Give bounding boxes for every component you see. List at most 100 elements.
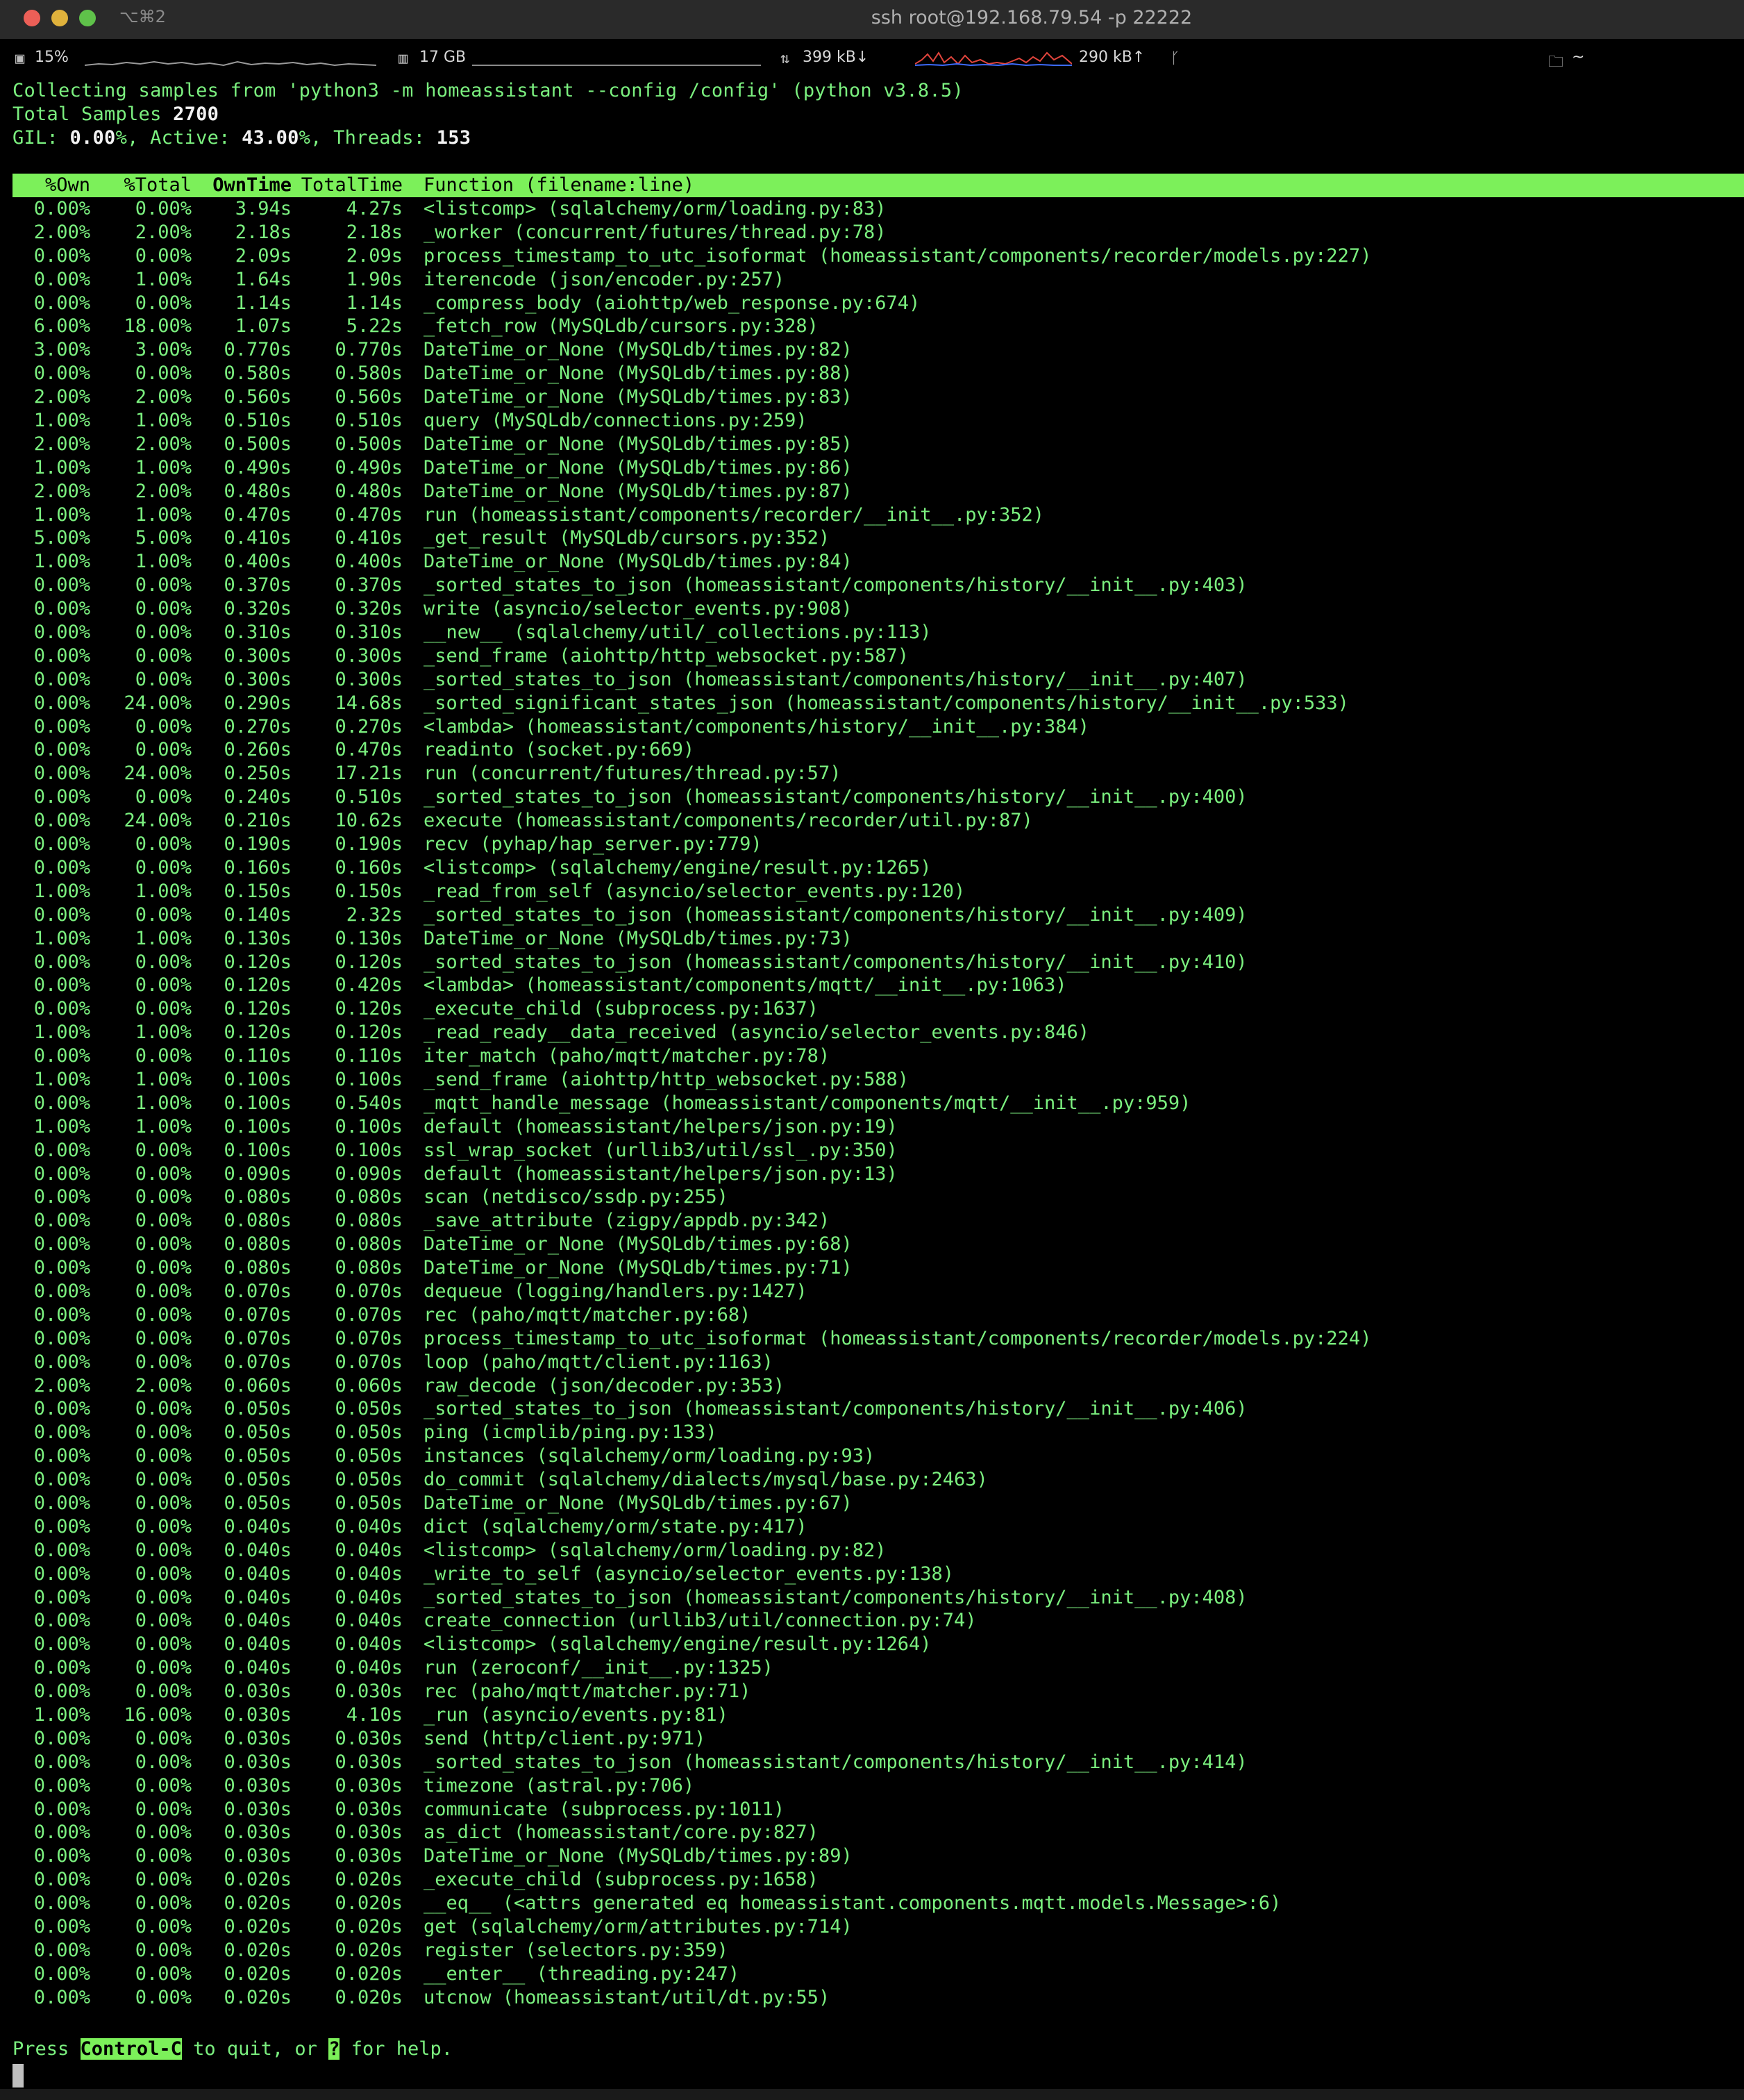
table-row[interactable]: 0.00% 0.00% 0.140s 2.32s _sorted_states_to_j…	[12, 903, 1744, 927]
row-own-pct: 0.00%	[33, 1351, 90, 1373]
table-row[interactable]: 1.00% 1.00% 0.130s 0.130s DateTime_or_None (…	[12, 927, 1744, 951]
table-row[interactable]: 5.00% 5.00% 0.410s 0.410s _get_result (MySQL…	[12, 526, 1744, 550]
table-row[interactable]: 0.00% 0.00% 0.090s 0.090s default (homeassis…	[12, 1162, 1744, 1186]
table-row[interactable]: 0.00% 0.00% 0.070s 0.070s loop (paho/mqtt/cl…	[12, 1351, 1744, 1374]
table-row[interactable]: 0.00% 0.00% 0.080s 0.080s DateTime_or_None (…	[12, 1233, 1744, 1256]
table-row[interactable]: 0.00% 0.00% 0.260s 0.470s readinto (socket.p…	[12, 738, 1744, 762]
table-row[interactable]: 0.00% 0.00% 0.030s 0.030s send (http/client.…	[12, 1727, 1744, 1751]
row-own-pct: 0.00%	[33, 1257, 90, 1279]
table-row[interactable]: 6.00% 18.00% 1.07s 5.22s _fetch_row (MySQLdb…	[12, 315, 1744, 338]
table-row[interactable]: 0.00% 0.00% 0.110s 0.110s iter_match (paho/m…	[12, 1044, 1744, 1068]
table-row[interactable]: 0.00% 0.00% 0.020s 0.020s __eq__ (<attrs gen…	[12, 1892, 1744, 1915]
table-row[interactable]: 1.00% 1.00% 0.490s 0.490s DateTime_or_None (…	[12, 456, 1744, 480]
table-row[interactable]: 0.00% 0.00% 0.070s 0.070s rec (paho/mqtt/mat…	[12, 1303, 1744, 1327]
table-row[interactable]: 0.00% 0.00% 0.100s 0.100s ssl_wrap_socket (u…	[12, 1139, 1744, 1162]
table-row[interactable]: 0.00% 0.00% 0.370s 0.370s _sorted_states_to_…	[12, 574, 1744, 597]
table-row[interactable]: 0.00% 0.00% 0.080s 0.080s DateTime_or_None (…	[12, 1256, 1744, 1280]
table-row[interactable]: 0.00% 0.00% 1.14s 1.14s _compress_body (aioh…	[12, 292, 1744, 315]
row-function: _sorted_states_to_json (homeassistant/co…	[424, 1586, 1248, 1608]
table-row[interactable]: 0.00% 0.00% 0.020s 0.020s get (sqlalchemy/or…	[12, 1915, 1744, 1939]
table-row[interactable]: 0.00% 0.00% 0.030s 0.030s communicate (subpr…	[12, 1798, 1744, 1822]
header-total-pct[interactable]: %Total	[90, 174, 192, 197]
table-row[interactable]: 1.00% 1.00% 0.100s 0.100s _send_frame (aioht…	[12, 1068, 1744, 1092]
row-function: <listcomp> (sqlalchemy/orm/loading.py:83…	[424, 198, 887, 219]
header-own-pct[interactable]: %Own	[12, 174, 90, 197]
table-row[interactable]: 0.00% 0.00% 0.020s 0.020s _execute_child (su…	[12, 1868, 1744, 1892]
row-total-pct: 0.00%	[135, 362, 192, 385]
table-row[interactable]: 0.00% 24.00% 0.250s 17.21s run (concurrent/f…	[12, 762, 1744, 785]
table-row[interactable]: 1.00% 1.00% 0.150s 0.150s _read_from_self (a…	[12, 880, 1744, 903]
table-row[interactable]: 0.00% 0.00% 0.070s 0.070s dequeue (logging/h…	[12, 1280, 1744, 1303]
table-row[interactable]: 0.00% 0.00% 0.160s 0.160s <listcomp> (sqlalc…	[12, 856, 1744, 880]
table-row[interactable]: 0.00% 1.00% 0.100s 0.540s _mqtt_handle_messa…	[12, 1092, 1744, 1115]
table-row[interactable]: 0.00% 0.00% 0.300s 0.300s _sorted_states_to_…	[12, 668, 1744, 692]
table-row[interactable]: 2.00% 2.00% 0.560s 0.560s DateTime_or_None (…	[12, 385, 1744, 409]
table-row[interactable]: 0.00% 0.00% 0.030s 0.030s DateTime_or_None (…	[12, 1844, 1744, 1868]
table-row[interactable]: 0.00% 0.00% 0.030s 0.030s as_dict (homeassis…	[12, 1821, 1744, 1844]
table-row[interactable]: 3.00% 3.00% 0.770s 0.770s DateTime_or_None (…	[12, 338, 1744, 362]
table-row[interactable]: 0.00% 0.00% 0.310s 0.310s __new__ (sqlalchem…	[12, 621, 1744, 644]
table-row[interactable]: 0.00% 0.00% 0.050s 0.050s _sorted_states_to_…	[12, 1397, 1744, 1421]
table-row[interactable]: 2.00% 2.00% 0.500s 0.500s DateTime_or_None (…	[12, 433, 1744, 456]
table-row[interactable]: 0.00% 0.00% 0.190s 0.190s recv (pyhap/hap_se…	[12, 833, 1744, 856]
header-total-time[interactable]: TotalTime	[292, 174, 403, 197]
header-function[interactable]: Function (filename:line)	[424, 174, 694, 197]
row-own-time: 0.410s	[224, 527, 292, 549]
table-row[interactable]: 1.00% 1.00% 0.510s 0.510s query (MySQLdb/con…	[12, 409, 1744, 433]
table-row[interactable]: 0.00% 0.00% 0.120s 0.120s _execute_child (su…	[12, 997, 1744, 1021]
row-total-time: 0.300s	[335, 668, 403, 690]
table-row[interactable]: 0.00% 0.00% 0.040s 0.040s <listcomp> (sqlalc…	[12, 1539, 1744, 1562]
row-function: iter_match (paho/mqtt/matcher.py:78)	[424, 1045, 830, 1067]
row-function: _run (asyncio/events.py:81)	[424, 1704, 728, 1726]
table-row[interactable]: 0.00% 0.00% 0.300s 0.300s _send_frame (aioht…	[12, 644, 1744, 668]
table-row[interactable]: 0.00% 0.00% 0.050s 0.050s instances (sqlalch…	[12, 1444, 1744, 1468]
table-row[interactable]: 1.00% 1.00% 0.100s 0.100s default (homeassis…	[12, 1115, 1744, 1139]
table-row[interactable]: 1.00% 16.00% 0.030s 4.10s _run (asyncio/even…	[12, 1703, 1744, 1727]
table-row[interactable]: 0.00% 0.00% 0.040s 0.040s dict (sqlalchemy/o…	[12, 1515, 1744, 1539]
table-row[interactable]: 0.00% 0.00% 0.040s 0.040s <listcomp> (sqlalc…	[12, 1633, 1744, 1656]
table-row[interactable]: 0.00% 0.00% 2.09s 2.09s process_timestamp_to…	[12, 244, 1744, 268]
table-row[interactable]: 0.00% 0.00% 0.040s 0.040s _write_to_self (as…	[12, 1562, 1744, 1586]
table-row[interactable]: 0.00% 0.00% 0.050s 0.050s DateTime_or_None (…	[12, 1492, 1744, 1515]
row-own-pct: 0.00%	[33, 1210, 90, 1232]
row-total-time: 0.030s	[335, 1681, 403, 1703]
table-row[interactable]: 0.00% 0.00% 0.120s 0.420s <lambda> (homeassi…	[12, 974, 1744, 997]
table-row[interactable]: 0.00% 0.00% 0.320s 0.320s write (asyncio/sel…	[12, 597, 1744, 621]
row-own-time: 0.040s	[224, 1586, 292, 1608]
table-row[interactable]: 0.00% 24.00% 0.210s 10.62s execute (homeassi…	[12, 809, 1744, 833]
table-row[interactable]: 0.00% 0.00% 0.020s 0.020s register (selector…	[12, 1939, 1744, 1962]
table-row[interactable]: 0.00% 0.00% 0.040s 0.040s _sorted_states_to_…	[12, 1586, 1744, 1610]
table-row[interactable]: 1.00% 1.00% 0.470s 0.470s run (homeassistant…	[12, 503, 1744, 527]
table-row[interactable]: 0.00% 0.00% 0.240s 0.510s _sorted_states_to_…	[12, 785, 1744, 809]
header-own-time[interactable]: OwnTime	[192, 174, 292, 197]
table-row[interactable]: 0.00% 0.00% 0.120s 0.120s _sorted_states_to_…	[12, 951, 1744, 974]
table-row[interactable]: 0.00% 0.00% 0.030s 0.030s _sorted_states_to_…	[12, 1751, 1744, 1774]
row-total-time: 0.370s	[335, 574, 403, 597]
table-row[interactable]: 0.00% 0.00% 0.040s 0.040s create_connection …	[12, 1609, 1744, 1633]
row-function: <lambda> (homeassistant/components/mqtt/…	[424, 974, 1067, 997]
table-row[interactable]: 0.00% 0.00% 0.080s 0.080s _save_attribute (z…	[12, 1209, 1744, 1233]
table-row[interactable]: 2.00% 2.00% 2.18s 2.18s _worker (concurrent/…	[12, 221, 1744, 244]
table-row[interactable]: 0.00% 0.00% 0.040s 0.040s run (zeroconf/__in…	[12, 1656, 1744, 1680]
table-row[interactable]: 1.00% 1.00% 0.400s 0.400s DateTime_or_None (…	[12, 550, 1744, 574]
table-row[interactable]: 2.00% 2.00% 0.060s 0.060s raw_decode (json/d…	[12, 1374, 1744, 1398]
table-row[interactable]: 0.00% 0.00% 0.270s 0.270s <lambda> (homeassi…	[12, 715, 1744, 739]
row-own-time: 0.020s	[224, 1939, 292, 1961]
table-row[interactable]: 0.00% 0.00% 0.020s 0.020s __enter__ (threadi…	[12, 1962, 1744, 1986]
table-row[interactable]: 2.00% 2.00% 0.480s 0.480s DateTime_or_None (…	[12, 480, 1744, 503]
table-row[interactable]: 0.00% 0.00% 0.030s 0.030s rec (paho/mqtt/mat…	[12, 1680, 1744, 1703]
table-row[interactable]: 0.00% 0.00% 0.050s 0.050s do_commit (sqlalch…	[12, 1468, 1744, 1492]
footer-mid: to quit, or	[181, 2038, 329, 2060]
table-row[interactable]: 0.00% 0.00% 0.050s 0.050s ping (icmplib/ping…	[12, 1421, 1744, 1444]
table-row[interactable]: 0.00% 0.00% 0.070s 0.070s process_timestamp_…	[12, 1327, 1744, 1351]
table-row[interactable]: 0.00% 0.00% 3.94s 4.27s <listcomp> (sqlalche…	[12, 197, 1744, 221]
table-row[interactable]: 0.00% 0.00% 0.580s 0.580s DateTime_or_None (…	[12, 362, 1744, 385]
row-own-time: 0.300s	[224, 644, 292, 667]
table-row[interactable]: 0.00% 1.00% 1.64s 1.90s iterencode (json/enc…	[12, 268, 1744, 292]
row-own-time: 2.18s	[235, 221, 292, 243]
table-row[interactable]: 0.00% 0.00% 0.020s 0.020s utcnow (homeassist…	[12, 1986, 1744, 2010]
table-row[interactable]: 0.00% 24.00% 0.290s 14.68s _sorted_significa…	[12, 692, 1744, 715]
table-row[interactable]: 1.00% 1.00% 0.120s 0.120s _read_ready__data_…	[12, 1021, 1744, 1044]
table-row[interactable]: 0.00% 0.00% 0.080s 0.080s scan (netdisco/ssd…	[12, 1185, 1744, 1209]
table-row[interactable]: 0.00% 0.00% 0.030s 0.030s timezone (astral.p…	[12, 1774, 1744, 1798]
